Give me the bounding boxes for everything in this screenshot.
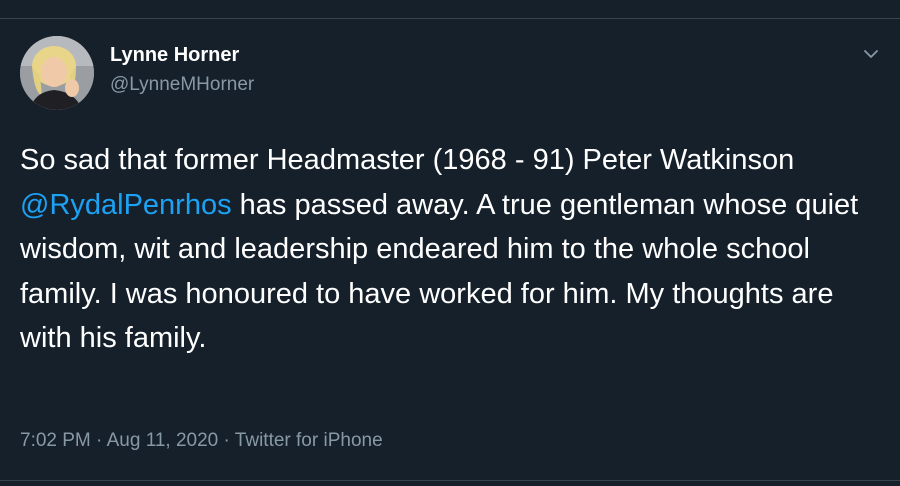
tweet-time[interactable]: 7:02 PM — [20, 430, 91, 451]
avatar-photo-icon — [20, 36, 94, 110]
meta-separator: · — [223, 430, 230, 451]
tweet-meta: 7:02 PM · Aug 11, 2020 · Twitter for iPh… — [20, 430, 383, 452]
author-handle[interactable]: @LynneMHorner — [110, 74, 254, 96]
mention-link[interactable]: @RydalPenrhos — [20, 189, 232, 221]
top-divider — [0, 18, 900, 19]
meta-separator: · — [96, 430, 103, 451]
tweet-text: So sad that former Headmaster (1968 - 91… — [20, 138, 880, 361]
author-name[interactable]: Lynne Horner — [110, 44, 239, 67]
tweet-date[interactable]: Aug 11, 2020 — [107, 430, 219, 451]
chevron-down-icon — [864, 50, 878, 58]
bottom-divider — [0, 480, 900, 481]
avatar[interactable] — [20, 36, 94, 110]
tweet-text-part: So sad that former Headmaster (1968 - 91… — [20, 144, 795, 176]
tweet-menu-button[interactable] — [858, 44, 884, 64]
tweet-source[interactable]: Twitter for iPhone — [235, 430, 383, 451]
